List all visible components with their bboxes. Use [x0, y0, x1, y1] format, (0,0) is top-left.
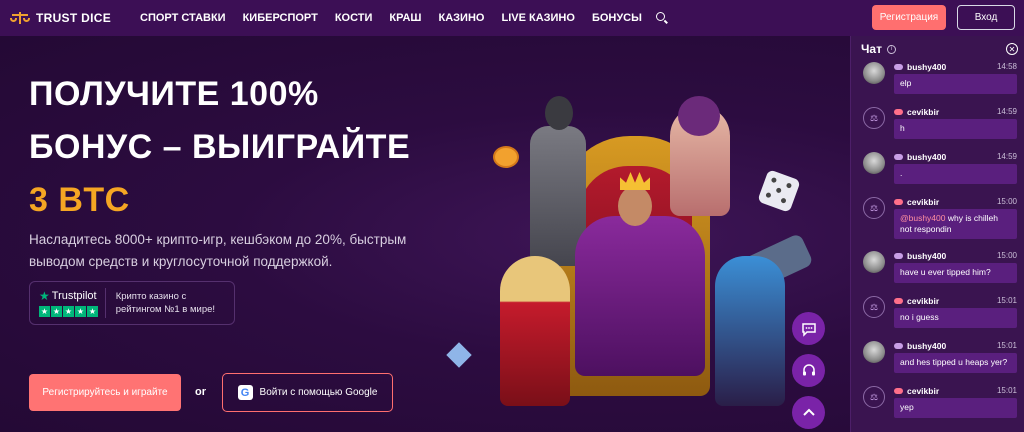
google-login-label: Войти с помощью Google — [259, 387, 378, 398]
headline-line-2: БОНУС – ВЫИГРАЙТЕ — [29, 128, 411, 166]
headline-accent: 3 BTC — [29, 181, 130, 219]
avatar[interactable] — [863, 152, 885, 174]
nav-dice[interactable]: КОСТИ — [335, 12, 373, 24]
hero-headline: ПОЛУЧИТЕ 100% БОНУС – ВЫИГРАЙТЕ 3 BTC — [29, 68, 410, 227]
avatar[interactable] — [863, 341, 885, 363]
chat-username[interactable]: bushy400 — [907, 62, 946, 72]
chat-time: 15:01 — [996, 296, 1017, 305]
nav-esports[interactable]: КИБЕРСПОРТ — [243, 12, 318, 24]
rank-icon — [894, 343, 903, 349]
chat-time: 14:59 — [996, 107, 1017, 116]
nav-bonuses[interactable]: БОНУСЫ — [592, 12, 642, 24]
avatar[interactable]: ⚖ — [863, 107, 885, 129]
chat-text: @bushy400 why is chilleh not respondin — [894, 209, 1017, 239]
chat-time: 15:00 — [996, 251, 1017, 260]
chat-text: . — [894, 164, 1017, 184]
chat-username[interactable]: cevikbir — [907, 386, 939, 396]
rank-icon — [894, 253, 903, 259]
chat-message: bushy400 14:59 . — [851, 146, 1024, 191]
login-button[interactable]: Вход — [957, 5, 1015, 30]
rank-icon — [894, 64, 903, 70]
rank-icon — [894, 109, 903, 115]
headset-support-icon[interactable] — [792, 354, 825, 387]
main-nav: СПОРТ СТАВКИ КИБЕРСПОРТ КОСТИ КРАШ КАЗИН… — [140, 12, 668, 24]
register-play-button[interactable]: Регистрируйтесь и играйте — [29, 374, 181, 411]
chat-username[interactable]: cevikbir — [907, 107, 939, 117]
chat-text: h — [894, 119, 1017, 139]
avatar[interactable]: ⚖ — [863, 197, 885, 219]
chat-time: 15:01 — [996, 341, 1017, 350]
trustpilot-logo: ★ Trustpilot — [39, 289, 99, 303]
nav-crash[interactable]: КРАШ — [389, 12, 421, 24]
chat-message: ⚖ cevikbir 15:01 no i guess — [851, 290, 1024, 335]
chat-text: have u ever tipped him? — [894, 263, 1017, 283]
google-icon: G — [237, 385, 253, 400]
scales-icon — [10, 11, 30, 25]
chat-messages: bushy400 14:58 elp ⚖ cevikbir 14:59 h bu… — [851, 56, 1024, 425]
chat-text: no i guess — [894, 308, 1017, 328]
hero-illustration — [446, 96, 820, 406]
logo-text: TRUST DICE — [36, 11, 111, 25]
chat-time: 15:00 — [996, 197, 1017, 206]
nav-casino[interactable]: КАЗИНО — [439, 12, 485, 24]
mention[interactable]: @bushy400 — [900, 213, 946, 223]
rating-stars: ★ ★ ★ ★ ★ — [39, 306, 98, 317]
trustpilot-text: Крипто казино с рейтингом №1 в мире! — [115, 291, 216, 315]
chat-username[interactable]: bushy400 — [907, 341, 946, 351]
chat-message: ⚖ cevikbir 14:59 h — [851, 101, 1024, 146]
dice-icon — [757, 169, 801, 213]
blonde-woman-image — [500, 256, 570, 406]
chat-text: elp — [894, 74, 1017, 94]
chat-time: 15:01 — [996, 386, 1017, 395]
hero-subtext: Насладитесь 8000+ крипто-игр, кешбэком д… — [29, 232, 407, 269]
top-header: TRUST DICE СПОРТ СТАВКИ КИБЕРСПОРТ КОСТИ… — [0, 0, 1024, 36]
nav-live-casino[interactable]: LIVE КАЗИНО — [501, 12, 574, 24]
rank-icon — [894, 154, 903, 160]
chat-panel: Чат i ✕ bushy400 14:58 elp ⚖ cevikbir 14… — [850, 36, 1024, 432]
close-icon[interactable]: ✕ — [1006, 43, 1018, 55]
chat-message: bushy400 15:00 have u ever tipped him? — [851, 245, 1024, 290]
avatar[interactable] — [863, 62, 885, 84]
logo[interactable]: TRUST DICE — [10, 11, 130, 25]
avatar[interactable] — [863, 251, 885, 273]
rank-icon — [894, 298, 903, 304]
rank-icon — [894, 199, 903, 205]
chat-time: 14:58 — [996, 62, 1017, 71]
star-icon: ★ — [39, 289, 50, 303]
chat-username[interactable]: cevikbir — [907, 197, 939, 207]
coin-icon — [493, 146, 519, 168]
chat-username[interactable]: cevikbir — [907, 296, 939, 306]
gunner-girl-image — [715, 256, 785, 406]
chat-username[interactable]: bushy400 — [907, 251, 946, 261]
nav-sports[interactable]: СПОРТ СТАВКИ — [140, 12, 226, 24]
search-icon[interactable] — [655, 12, 668, 24]
trustpilot-brand: Trustpilot — [51, 290, 97, 302]
headline-line-1: ПОЛУЧИТЕ 100% — [29, 75, 319, 113]
hero-banner: ПОЛУЧИТЕ 100% БОНУС – ВЫИГРАЙТЕ 3 BTC На… — [0, 36, 850, 432]
chat-time: 14:59 — [996, 152, 1017, 161]
or-separator: or — [195, 386, 206, 398]
chat-message: bushy400 14:58 elp — [851, 56, 1024, 101]
scroll-up-icon[interactable] — [792, 396, 825, 429]
chat-text: yep — [894, 398, 1017, 418]
chat-title: Чат — [861, 42, 882, 56]
trustpilot-badge[interactable]: ★ Trustpilot ★ ★ ★ ★ ★ Крипто казино с рейти… — [29, 281, 235, 325]
avatar[interactable]: ⚖ — [863, 296, 885, 318]
chat-message: bushy400 15:01 and hes tipped u heaps ye… — [851, 335, 1024, 380]
king-image — [575, 216, 705, 376]
info-icon[interactable]: i — [886, 44, 896, 54]
rank-icon — [894, 388, 903, 394]
google-login-button[interactable]: G Войти с помощью Google — [222, 373, 393, 412]
chat-username[interactable]: bushy400 — [907, 152, 946, 162]
avatar[interactable]: ⚖ — [863, 386, 885, 408]
divider — [105, 288, 106, 318]
chat-message: ⚖ cevikbir 15:01 yep — [851, 380, 1024, 425]
chat-bubble-icon[interactable] — [792, 312, 825, 345]
chat-message: ⚖ cevikbir 15:00 @bushy400 why is chille… — [851, 191, 1024, 245]
register-button[interactable]: Регистрация — [872, 5, 946, 30]
gem-icon — [446, 342, 472, 368]
chat-text: and hes tipped u heaps yer? — [894, 353, 1017, 373]
